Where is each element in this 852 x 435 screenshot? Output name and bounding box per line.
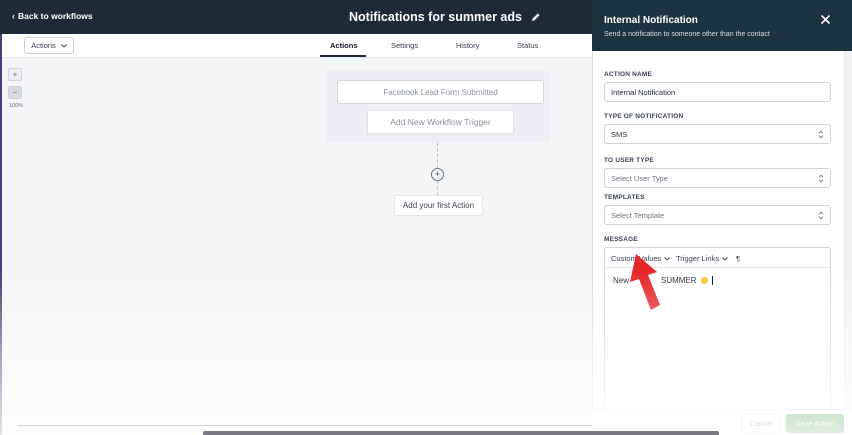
- add-first-action-button[interactable]: Add your first Action: [394, 195, 483, 216]
- templates-select[interactable]: Select Template: [604, 205, 831, 225]
- chevron-down-icon: [722, 256, 728, 261]
- drawer-subtitle: Send a notification to someone other tha…: [604, 31, 770, 38]
- chevron-down-icon: [60, 43, 67, 48]
- text-caret: [711, 276, 713, 285]
- workflow-toolbar: Actions Actions Settings History Status: [0, 34, 592, 58]
- pencil-icon[interactable]: [531, 12, 541, 22]
- message-label: MESSAGE: [604, 236, 638, 243]
- back-link-label: Back to workflows: [18, 11, 93, 21]
- templates-label: TEMPLATES: [604, 194, 645, 201]
- zoom-out-button[interactable]: −: [8, 86, 22, 99]
- zoom-level: 100%: [9, 103, 24, 109]
- canvas-divider: [18, 425, 592, 426]
- drawer-title: Internal Notification: [604, 15, 698, 26]
- notification-type-select[interactable]: SMS: [604, 124, 831, 144]
- add-trigger-button[interactable]: Add New Workflow Trigger: [367, 110, 514, 134]
- select-arrows-icon: [818, 130, 824, 139]
- trigger-links-dropdown[interactable]: Trigger Links: [676, 254, 728, 263]
- sun-emoji-icon: [700, 277, 708, 284]
- select-arrows-icon: [818, 174, 824, 183]
- tab-history[interactable]: History: [456, 41, 479, 50]
- actions-dropdown[interactable]: Actions: [24, 37, 74, 54]
- add-action-plus-icon[interactable]: +: [431, 168, 444, 181]
- workflow-title: Notifications for summer ads: [349, 10, 541, 24]
- tab-status[interactable]: Status: [517, 41, 538, 50]
- notification-type-value: SMS: [611, 129, 628, 139]
- select-arrows-icon: [818, 211, 824, 220]
- red-arrow-annotation-icon: [630, 254, 660, 310]
- action-name-value: Internal Notification: [611, 87, 676, 97]
- user-type-label: TO USER TYPE: [604, 157, 654, 164]
- cancel-button[interactable]: Cancel: [741, 414, 781, 433]
- templates-placeholder: Select Template: [611, 210, 665, 220]
- message-text-end: SUMMER: [661, 276, 697, 285]
- chevron-left-icon: ‹: [12, 10, 15, 21]
- tab-actions[interactable]: Actions: [330, 41, 358, 50]
- action-name-label: ACTION NAME: [604, 71, 653, 78]
- active-tab-indicator: [320, 55, 366, 57]
- tab-settings[interactable]: Settings: [391, 41, 418, 50]
- workflow-title-text: Notifications for summer ads: [349, 10, 522, 24]
- connector-line: [437, 143, 438, 168]
- actions-dropdown-label: Actions: [31, 41, 56, 50]
- connector-line: [437, 181, 438, 195]
- user-type-select[interactable]: Select User Type: [604, 168, 831, 188]
- zoom-in-button[interactable]: +: [8, 68, 22, 81]
- video-control-bar: [203, 431, 719, 435]
- paragraph-icon[interactable]: ¶: [736, 254, 740, 263]
- save-action-button[interactable]: Save Action: [786, 414, 844, 433]
- close-icon[interactable]: [820, 14, 831, 25]
- left-edge-strip: [0, 34, 2, 435]
- back-to-workflows-link[interactable]: ‹ Back to workflows: [12, 11, 93, 21]
- user-type-placeholder: Select User Type: [611, 173, 668, 183]
- action-name-input[interactable]: Internal Notification: [604, 82, 831, 102]
- notification-type-label: TYPE OF NOTIFICATION: [604, 113, 684, 120]
- drawer-scrollbar[interactable]: [844, 51, 852, 435]
- workflow-trigger-card[interactable]: Facebook Lead Form Submitted: [337, 80, 544, 104]
- trigger-links-label: Trigger Links: [676, 254, 720, 263]
